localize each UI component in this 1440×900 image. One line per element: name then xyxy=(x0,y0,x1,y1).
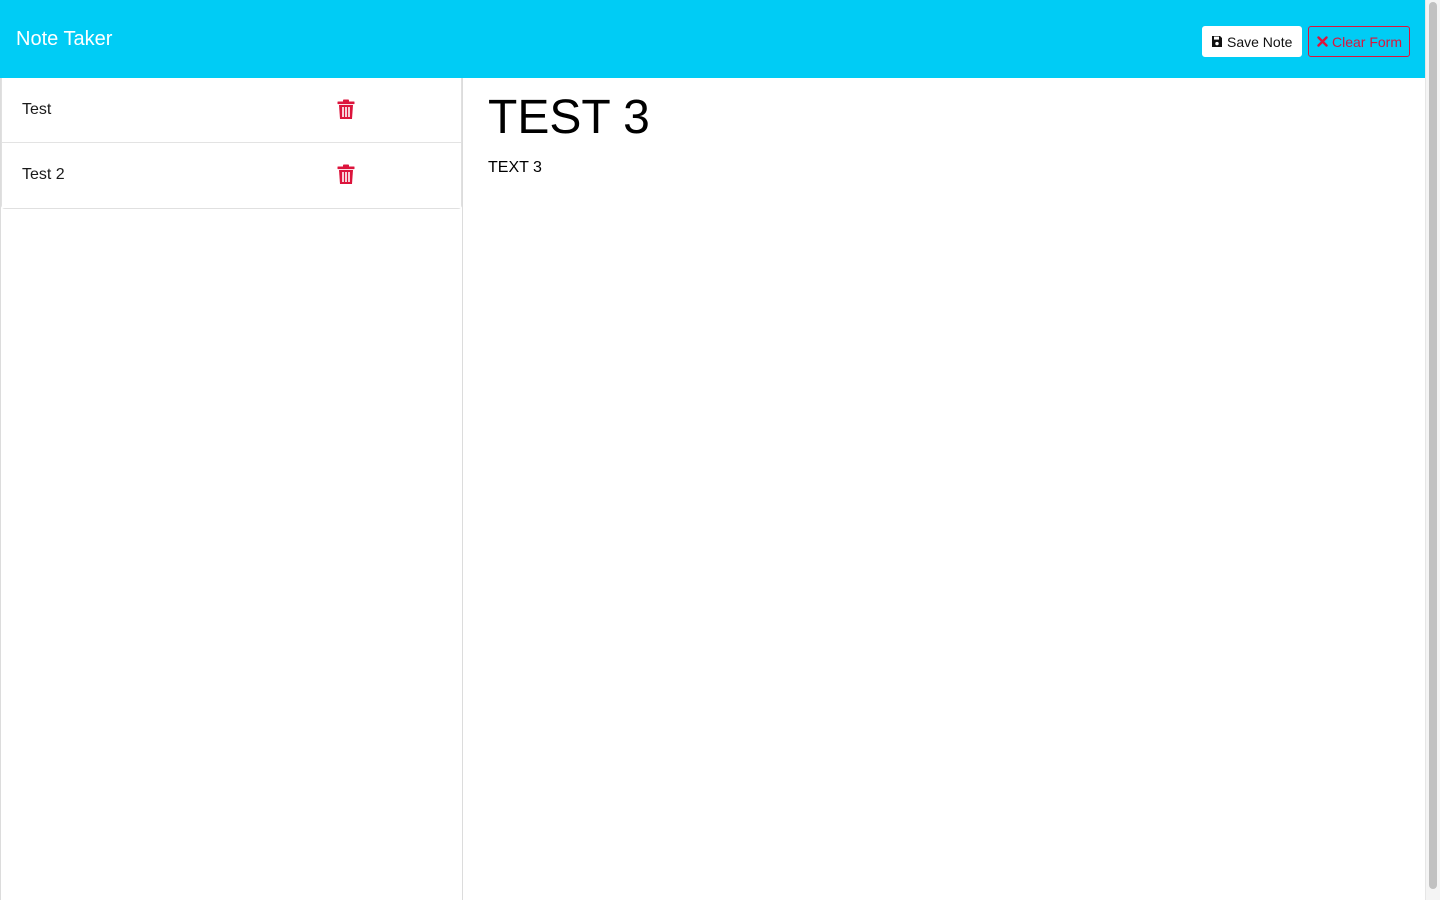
app: Note Taker Save Note Clear Form Test Tes… xyxy=(0,0,1425,900)
note-item-title[interactable]: Test 2 xyxy=(22,165,65,185)
note-item-title[interactable]: Test xyxy=(22,100,51,120)
note-title-input[interactable] xyxy=(488,90,1388,146)
save-note-label: Save Note xyxy=(1227,33,1293,50)
scrollbar-thumb[interactable] xyxy=(1429,2,1437,889)
note-list-item[interactable]: Test xyxy=(2,78,461,143)
close-icon xyxy=(1317,36,1328,47)
note-editor: TEXT 3 xyxy=(463,78,1425,900)
note-list: Test Test 2 xyxy=(1,78,462,209)
notes-sidebar: Test Test 2 xyxy=(0,78,463,900)
brand-title[interactable]: Note Taker xyxy=(16,27,112,51)
clear-form-label: Clear Form xyxy=(1332,33,1403,50)
note-text-textarea[interactable]: TEXT 3 xyxy=(488,157,1388,857)
trash-icon[interactable] xyxy=(337,164,355,185)
save-note-button[interactable]: Save Note xyxy=(1202,26,1302,57)
nav-actions: Save Note Clear Form xyxy=(1202,26,1410,57)
note-list-item[interactable]: Test 2 xyxy=(2,143,461,208)
trash-icon[interactable] xyxy=(337,99,355,120)
navbar: Note Taker Save Note Clear Form xyxy=(0,0,1425,78)
clear-form-button[interactable]: Clear Form xyxy=(1308,26,1410,57)
page-scrollbar[interactable] xyxy=(1425,0,1440,900)
save-icon xyxy=(1211,35,1223,48)
